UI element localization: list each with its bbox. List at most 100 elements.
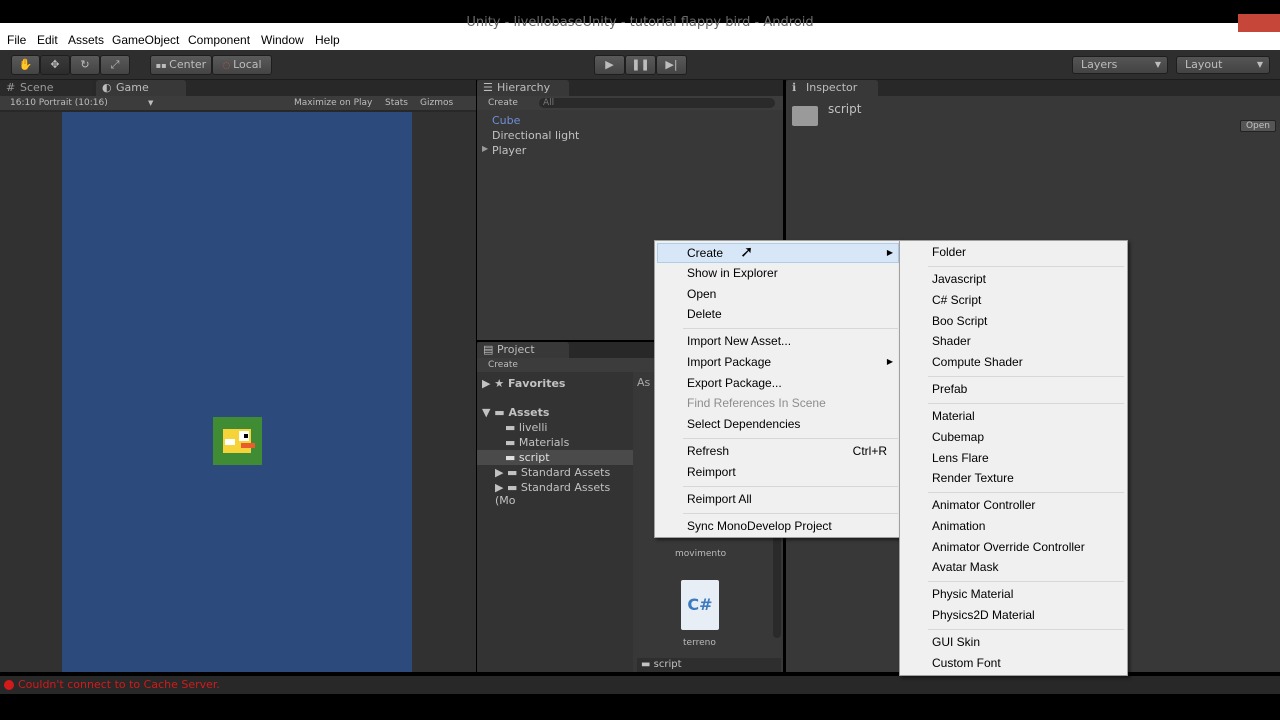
step-icon: ▶| [665, 58, 678, 71]
folder-standard-assets-mobile[interactable]: ▶ ▬ Standard Assets (Mo [495, 481, 633, 507]
project-path-bar: ▬ script [637, 658, 781, 672]
pivot-label: Center [169, 58, 207, 71]
submenu-item-shader[interactable]: Shader [932, 331, 971, 351]
submenu-item-render-texture[interactable]: Render Texture [932, 468, 1014, 488]
context-menu: Create ▶ Show in Explorer Open Delete Im… [654, 240, 902, 538]
menu-edit[interactable]: Edit [37, 33, 58, 47]
chevron-down-icon: ▼ [1154, 60, 1161, 69]
menu-window[interactable]: Window [261, 33, 304, 47]
menu-item-import-package[interactable]: Import Package [687, 352, 771, 372]
menu-item-select-dependencies[interactable]: Select Dependencies [687, 414, 800, 434]
menu-gameobject[interactable]: GameObject [112, 33, 179, 47]
layers-dropdown[interactable]: Layers ▼ [1072, 56, 1168, 74]
space-local-button[interactable]: ◌ Local [212, 55, 272, 75]
local-icon: ◌ [222, 61, 234, 71]
hierarchy-item-cube[interactable]: Cube [492, 114, 520, 127]
submenu-item-physics2d-material[interactable]: Physics2D Material [932, 605, 1035, 625]
hand-tool-button[interactable]: ✋ [11, 55, 40, 75]
create-submenu: Folder Javascript C# Script Boo Script S… [899, 240, 1128, 676]
file-movimento[interactable]: movimento [675, 549, 726, 559]
tab-game[interactable]: ◐ Game [96, 80, 186, 96]
submenu-item-boo-script[interactable]: Boo Script [932, 311, 987, 331]
stats-toggle[interactable]: Stats [385, 96, 408, 110]
expand-arrow-icon[interactable]: ▶ [482, 144, 488, 153]
menu-separator [683, 486, 898, 487]
hierarchy-toolbar: Create All [477, 96, 783, 110]
hierarchy-item-player[interactable]: Player [492, 144, 526, 157]
folder-livelli[interactable]: ▬ livelli [505, 421, 547, 434]
tab-hierarchy[interactable]: ☰ Hierarchy [477, 80, 569, 96]
menu-file[interactable]: File [7, 33, 26, 47]
submenu-item-compute-shader[interactable]: Compute Shader [932, 352, 1023, 372]
submenu-item-avatar-mask[interactable]: Avatar Mask [932, 557, 998, 577]
menu-item-create[interactable]: Create [687, 243, 723, 263]
game-view-toolbar: 16:10 Portrait (10:16) ▼ Maximize on Pla… [0, 96, 476, 110]
submenu-item-lens-flare[interactable]: Lens Flare [932, 448, 989, 468]
menu-item-export-package[interactable]: Export Package... [687, 373, 782, 393]
menu-separator [928, 492, 1124, 493]
selected-row-highlight [477, 450, 633, 465]
menu-assets[interactable]: Assets [68, 33, 104, 47]
inspector-open-button[interactable]: Open [1240, 120, 1276, 132]
maximize-on-play-toggle[interactable]: Maximize on Play [294, 96, 372, 110]
move-tool-button[interactable]: ✥ [40, 55, 70, 75]
submenu-item-animator-override[interactable]: Animator Override Controller [932, 537, 1085, 557]
window-close-button[interactable] [1238, 14, 1280, 32]
aspect-dropdown[interactable]: 16:10 Portrait (10:16) [10, 96, 108, 110]
folder-standard-assets[interactable]: ▶ ▬ Standard Assets [495, 466, 610, 479]
menu-item-sync-monodevelop[interactable]: Sync MonoDevelop Project [687, 516, 832, 536]
submenu-item-prefab[interactable]: Prefab [932, 379, 967, 399]
menu-item-import-new-asset[interactable]: Import New Asset... [687, 331, 791, 351]
file-terreno[interactable]: terreno [683, 638, 716, 648]
pause-button[interactable]: ❚❚ [625, 55, 656, 75]
game-camera-area [62, 112, 412, 672]
menu-item-reimport[interactable]: Reimport [687, 462, 736, 482]
project-create-button[interactable]: Create [488, 358, 518, 372]
step-button[interactable]: ▶| [656, 55, 687, 75]
menu-item-reimport-all[interactable]: Reimport All [687, 489, 752, 509]
scale-icon: ⤢ [110, 58, 120, 71]
menu-help[interactable]: Help [315, 33, 340, 47]
tab-project[interactable]: ▤ Project [477, 342, 569, 358]
assets-header[interactable]: ▼ ▬ Assets [482, 406, 549, 419]
submenu-item-javascript[interactable]: Javascript [932, 269, 986, 289]
tab-scene[interactable]: # Scene [0, 80, 92, 96]
layout-dropdown[interactable]: Layout ▼ [1176, 56, 1270, 74]
favorites-header[interactable]: ▶ ★ Favorites [482, 377, 565, 390]
menu-item-refresh[interactable]: Refresh [687, 441, 729, 461]
play-button[interactable]: ▶ [594, 55, 625, 75]
submenu-item-animator-controller[interactable]: Animator Controller [932, 495, 1035, 515]
hierarchy-search-input[interactable]: All [539, 98, 775, 108]
csharp-file-icon[interactable]: C# [681, 580, 719, 630]
submenu-item-material[interactable]: Material [932, 406, 975, 426]
submenu-item-animation[interactable]: Animation [932, 516, 985, 536]
menu-item-open[interactable]: Open [687, 284, 716, 304]
menu-separator [928, 629, 1124, 630]
mouse-cursor-icon: ➚ [740, 242, 754, 261]
folder-label: Standard Assets (Mo [495, 481, 611, 507]
folder-script[interactable]: ▬ script [505, 451, 550, 464]
menu-item-delete[interactable]: Delete [687, 304, 722, 324]
submenu-item-cubemap[interactable]: Cubemap [932, 427, 984, 447]
error-icon [4, 680, 14, 690]
menubar: File Edit Assets GameObject Component Wi… [0, 32, 1280, 50]
menu-separator [683, 328, 898, 329]
assets-breadcrumb[interactable]: As [637, 376, 650, 389]
pivot-center-button[interactable]: ▪▪ Center [150, 55, 212, 75]
menu-item-show-in-explorer[interactable]: Show in Explorer [687, 263, 778, 283]
submenu-item-gui-skin[interactable]: GUI Skin [932, 632, 980, 652]
status-bar[interactable]: Couldn't connect to to Cache Server. [0, 676, 1280, 694]
scale-tool-button[interactable]: ⤢ [100, 55, 130, 75]
rotate-tool-button[interactable]: ↻ [70, 55, 100, 75]
hierarchy-item-light[interactable]: Directional light [492, 129, 579, 142]
submenu-item-custom-font[interactable]: Custom Font [932, 653, 1001, 673]
submenu-item-folder[interactable]: Folder [932, 242, 966, 262]
hierarchy-create-button[interactable]: Create [488, 96, 518, 110]
gizmos-toggle[interactable]: Gizmos [420, 96, 453, 110]
chevron-down-icon: ▼ [1256, 60, 1263, 69]
submenu-item-csharp-script[interactable]: C# Script [932, 290, 981, 310]
submenu-item-physic-material[interactable]: Physic Material [932, 584, 1013, 604]
tab-inspector[interactable]: ℹ Inspector [786, 80, 878, 96]
folder-materials[interactable]: ▬ Materials [505, 436, 569, 449]
menu-component[interactable]: Component [188, 33, 250, 47]
